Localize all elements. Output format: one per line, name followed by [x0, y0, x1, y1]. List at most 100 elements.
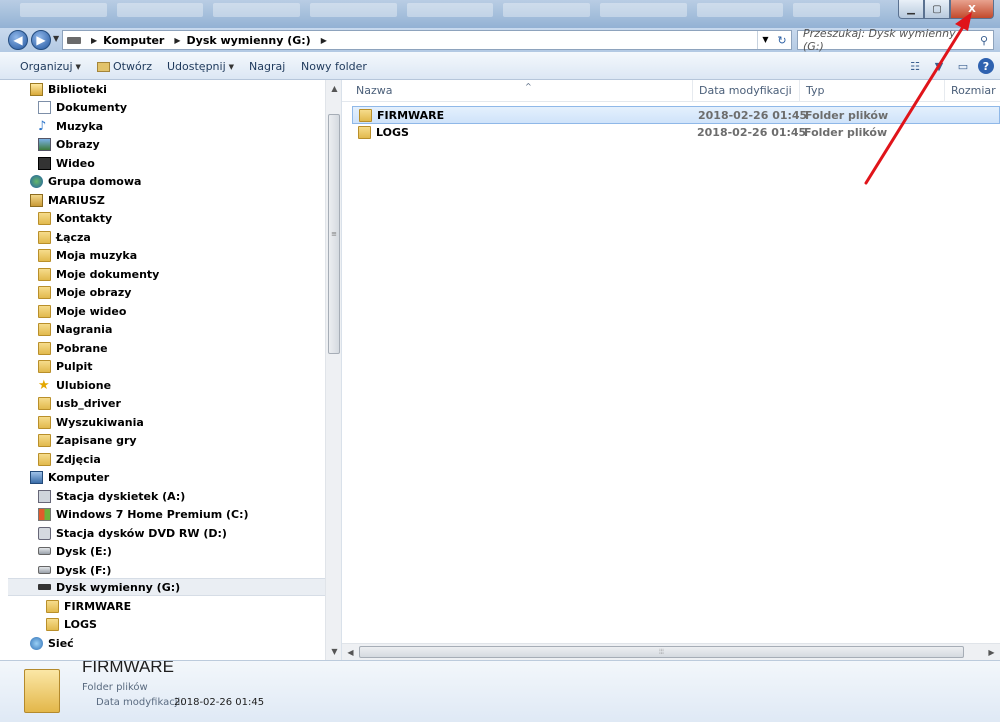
- nav-item-links[interactable]: Łącza: [38, 228, 341, 246]
- nav-item-drive-e[interactable]: Dysk (E:): [38, 542, 341, 560]
- nav-item-floppy-a[interactable]: Stacja dyskietek (A:): [38, 487, 341, 505]
- nav-item-dvd-d[interactable]: Stacja dysków DVD RW (D:): [38, 524, 341, 542]
- help-icon[interactable]: ?: [978, 58, 994, 74]
- nav-item-contacts[interactable]: Kontakty: [38, 209, 341, 227]
- nav-item-network[interactable]: Sieć: [30, 634, 341, 652]
- nav-item-photos[interactable]: Zdjęcia: [38, 450, 341, 468]
- new-folder-button[interactable]: Nowy folder: [301, 60, 367, 73]
- file-date: 2018-02-26 01:45: [697, 125, 807, 139]
- homegroup-icon: [30, 174, 43, 188]
- file-row[interactable]: LOGS 2018-02-26 01:45 Folder plików: [352, 123, 1000, 141]
- nav-scrollbar[interactable]: ▲ ≡ ▼: [325, 80, 341, 660]
- background-windows: [20, 0, 881, 22]
- nav-item-drive-g[interactable]: Dysk wymienny (G:): [8, 578, 333, 596]
- nav-item-searches[interactable]: Wyszukiwania: [38, 413, 341, 431]
- horizontal-scrollbar[interactable]: ◀ ⦙⦙⦙ ▶: [342, 643, 1000, 660]
- dvd-drive-icon: [38, 526, 51, 540]
- chevron-right-icon[interactable]: ▶: [174, 36, 180, 45]
- folder-icon: [38, 359, 51, 373]
- back-button[interactable]: ◀: [8, 30, 28, 50]
- nav-item-my-videos[interactable]: Moje wideo: [38, 302, 341, 320]
- scrollbar-thumb[interactable]: ⦙⦙⦙: [359, 646, 964, 658]
- nav-item-user[interactable]: MARIUSZ: [30, 191, 341, 209]
- nav-item-my-music[interactable]: Moja muzyka: [38, 246, 341, 264]
- view-options-dropdown[interactable]: ▼: [930, 57, 948, 75]
- chevron-right-icon[interactable]: ▶: [321, 36, 327, 45]
- nav-item-my-documents[interactable]: Moje dokumenty: [38, 265, 341, 283]
- share-label: Udostępnij: [167, 60, 226, 73]
- scroll-left-icon[interactable]: ◀: [342, 644, 359, 660]
- nav-item-drive-f[interactable]: Dysk (F:): [38, 561, 341, 579]
- nav-item-pictures[interactable]: Obrazy: [38, 135, 341, 153]
- nav-item-downloads[interactable]: Pobrane: [38, 339, 341, 357]
- new-folder-label: Nowy folder: [301, 60, 367, 73]
- nav-item-libraries[interactable]: Biblioteki: [30, 80, 341, 98]
- organize-label: Organizuj: [20, 60, 73, 73]
- column-name[interactable]: Nazwa ^: [350, 80, 693, 102]
- forward-button[interactable]: ▶: [31, 30, 51, 50]
- nav-item-homegroup[interactable]: Grupa domowa: [30, 172, 341, 190]
- breadcrumb-removable-drive[interactable]: Dysk wymienny (G:): [187, 34, 311, 47]
- nav-item-music[interactable]: ♪ Muzyka: [38, 117, 341, 135]
- scroll-up-icon[interactable]: ▲: [326, 80, 341, 97]
- folder-icon: [24, 669, 60, 713]
- folder-icon: [46, 599, 59, 613]
- nav-item-computer[interactable]: Komputer: [30, 468, 341, 486]
- minimize-button[interactable]: ▁: [898, 0, 924, 19]
- nav-item-usb-driver[interactable]: usb_driver: [38, 394, 341, 412]
- folder-icon: [46, 617, 59, 631]
- file-date: 2018-02-26 01:45: [698, 108, 808, 122]
- burn-button[interactable]: Nagraj: [249, 60, 285, 73]
- nav-item-label: Moje dokumenty: [56, 267, 160, 281]
- details-modified-value: 2018-02-26 01:45: [174, 697, 265, 708]
- nav-item-saved-games[interactable]: Zapisane gry: [38, 431, 341, 449]
- nav-item-favorites[interactable]: ★ Ulubione: [38, 376, 341, 394]
- chevron-right-icon[interactable]: ▶: [91, 36, 97, 45]
- preview-pane-icon[interactable]: ▭: [954, 57, 972, 75]
- nav-item-label: Dysk wymienny (G:): [56, 580, 181, 594]
- command-bar: Organizuj ▼ Otwórz Udostępnij ▼ Nagraj Now…: [0, 52, 1000, 80]
- column-size[interactable]: Rozmiar: [945, 80, 1000, 102]
- nav-item-my-pictures[interactable]: Moje obrazy: [38, 283, 341, 301]
- column-type[interactable]: Typ: [800, 80, 945, 102]
- close-button[interactable]: X: [950, 0, 994, 19]
- music-icon: ♪: [38, 118, 47, 134]
- change-view-icon[interactable]: ☷: [906, 57, 924, 75]
- search-input[interactable]: Przeszukaj: Dysk wymienny (G:) ⚲: [797, 27, 994, 53]
- details-pane: FIRMWARE Folder plików Data modyfikacji:…: [0, 660, 1000, 722]
- refresh-icon[interactable]: ↻: [773, 34, 791, 47]
- chevron-down-icon: ▼: [75, 62, 81, 71]
- search-placeholder: Przeszukaj: Dysk wymienny (G:): [803, 27, 956, 53]
- scrollbar-thumb[interactable]: ≡: [328, 114, 340, 354]
- address-history-dropdown[interactable]: ▼: [757, 31, 773, 49]
- nav-item-recordings[interactable]: Nagrania: [38, 320, 341, 338]
- column-date[interactable]: Data modyfikacji: [693, 80, 800, 102]
- scroll-right-icon[interactable]: ▶: [983, 644, 1000, 660]
- nav-item-label: Pobrane: [56, 341, 108, 355]
- hard-drive-icon: [38, 547, 51, 555]
- share-button[interactable]: Udostępnij ▼: [167, 60, 234, 73]
- folder-icon: [38, 322, 51, 336]
- maximize-button[interactable]: ▢: [924, 0, 950, 19]
- recent-pages-dropdown[interactable]: ▼: [53, 34, 59, 43]
- nav-item-documents[interactable]: Dokumenty: [38, 98, 341, 116]
- favorites-icon: ★: [38, 377, 50, 393]
- organize-button[interactable]: Organizuj ▼: [20, 60, 81, 73]
- open-button[interactable]: Otwórz: [97, 60, 152, 73]
- nav-item-video[interactable]: Wideo: [38, 154, 341, 172]
- nav-item-label: Sieć: [48, 636, 74, 650]
- chevron-down-icon: ▼: [228, 62, 235, 71]
- column-date-label: Data modyfikacji: [699, 84, 792, 97]
- breadcrumb-computer[interactable]: Komputer: [103, 34, 164, 47]
- nav-item-logs[interactable]: LOGS: [46, 615, 341, 633]
- file-row[interactable]: FIRMWARE 2018-02-26 01:45 Folder plików: [352, 106, 1000, 124]
- nav-item-label: Biblioteki: [48, 82, 107, 96]
- address-box[interactable]: ▶ Komputer ▶ Dysk wymienny (G:) ▶ ▼ ↻: [62, 30, 792, 50]
- nav-item-firmware[interactable]: FIRMWARE: [46, 597, 341, 615]
- search-icon[interactable]: ⚲: [975, 34, 993, 47]
- nav-item-desktop[interactable]: Pulpit: [38, 357, 341, 375]
- scroll-down-icon[interactable]: ▼: [326, 643, 341, 660]
- nav-item-drive-c[interactable]: Windows 7 Home Premium (C:): [38, 505, 341, 523]
- folder-icon: [38, 304, 51, 318]
- nav-item-label: Moje obrazy: [56, 285, 132, 299]
